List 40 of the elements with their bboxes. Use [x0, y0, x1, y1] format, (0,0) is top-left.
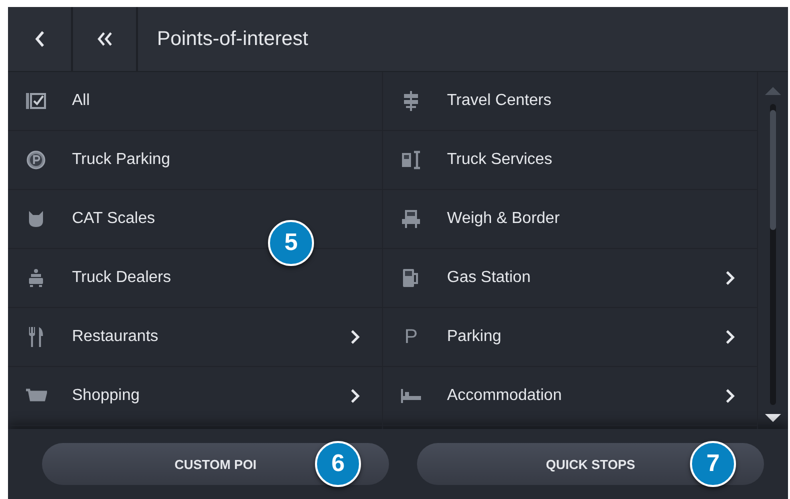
category-item[interactable]: Shopping [8, 367, 382, 426]
bed-icon [400, 388, 422, 404]
category-label: CAT Scales [72, 210, 156, 228]
category-label: Truck Services [447, 151, 554, 169]
parking-circle-icon [26, 150, 46, 170]
category-item[interactable]: Truck Services [383, 131, 757, 190]
category-label: Accommodation [447, 387, 563, 405]
truck-tools-icon [401, 150, 421, 170]
category-label: Truck Parking [72, 151, 172, 169]
category-label: Gas Station [447, 269, 532, 287]
category-label: All [72, 92, 91, 110]
truck-dealer-icon [28, 268, 44, 288]
cat-head-icon [27, 210, 45, 228]
category-item[interactable]: All [8, 72, 382, 131]
fuel-pump-icon [402, 268, 420, 288]
checkbox-icon [25, 91, 47, 111]
callout-badge: 5 [268, 220, 314, 266]
scrollbar-thumb[interactable] [770, 110, 776, 230]
category-item[interactable]: P Parking [383, 308, 757, 367]
category-item[interactable]: Weigh & Border [383, 190, 757, 249]
category-item[interactable]: Truck Parking [8, 131, 382, 190]
parking-letter-icon: P [404, 326, 418, 348]
category-label: Travel Centers [447, 92, 552, 110]
category-item[interactable]: Travel Centers [383, 72, 757, 131]
category-label: Weigh & Border [447, 210, 561, 228]
category-item[interactable]: Accommodation [383, 367, 757, 426]
category-label: Shopping [72, 387, 141, 405]
truck-front-icon [401, 209, 421, 229]
page-title: Points-of-interest [157, 28, 308, 50]
cutlery-icon [28, 326, 44, 348]
scroll-up-icon[interactable] [764, 86, 782, 96]
category-label: Parking [447, 328, 502, 346]
category-label: Truck Dealers [72, 269, 172, 287]
signpost-icon [402, 91, 420, 111]
category-label: Restaurants [72, 328, 160, 346]
cart-icon [25, 388, 47, 404]
chevron-left-icon [34, 30, 46, 48]
category-item[interactable]: Restaurants [8, 308, 382, 367]
scroll-down-icon[interactable] [764, 413, 782, 423]
category-item[interactable]: Gas Station [383, 249, 757, 308]
